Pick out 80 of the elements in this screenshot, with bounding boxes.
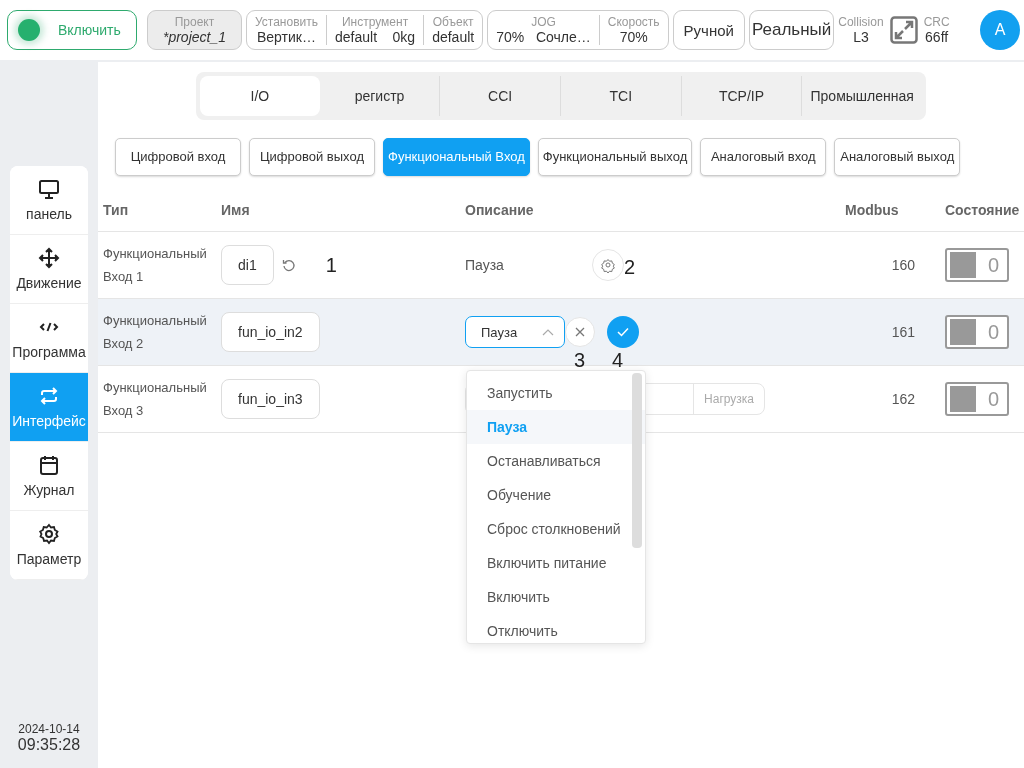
column-header: Состояние: [945, 201, 1021, 218]
crc-value: 66ff: [925, 30, 949, 45]
column-header: Имя: [221, 201, 251, 218]
expand-icon: [889, 16, 918, 44]
dropdown-option[interactable]: Включить питание: [467, 546, 645, 580]
project-card[interactable]: Проект *project_1: [147, 10, 242, 50]
setting-value: 70% Сочле…: [496, 30, 591, 45]
close-icon: [575, 327, 585, 337]
description-select[interactable]: Пауза: [465, 316, 565, 348]
column-header: Modbus: [845, 201, 900, 218]
subtab-button[interactable]: Аналоговый выход: [834, 138, 961, 176]
subtab-button[interactable]: Цифровой вход: [115, 138, 241, 176]
crc-label: CRC: [923, 15, 950, 30]
subtab-button[interactable]: Аналоговый вход: [700, 138, 827, 176]
status-indicator: [18, 19, 40, 41]
dropdown-option[interactable]: Сброс столкновений: [467, 512, 645, 546]
dropdown-option[interactable]: Включить: [467, 580, 645, 614]
table-cell-text: Функциональный Вход 3: [103, 379, 208, 420]
dropdown-option[interactable]: Обучение: [467, 478, 645, 512]
collision-label: Collision: [838, 15, 884, 30]
table-cell-text: 161: [890, 324, 916, 340]
cancel-button[interactable]: [565, 317, 595, 347]
setting-label: Скорость: [607, 15, 660, 30]
tab[interactable]: регистр: [319, 76, 441, 116]
motion-card[interactable]: JOG 70% Сочле… Скорость 70%: [487, 10, 669, 50]
setting-label: JOG: [531, 15, 556, 30]
column-header: Описание: [465, 201, 535, 218]
mode-button[interactable]: Ручной: [672, 10, 745, 50]
settings-icon: [38, 523, 60, 545]
setting-value: Вертик…: [257, 30, 316, 45]
setting-label: Установить: [255, 15, 318, 30]
tab[interactable]: Промышленная: [802, 76, 923, 116]
name-field[interactable]: fun_io_in2: [221, 312, 320, 352]
column-header: Тип: [103, 201, 130, 218]
table-cell-text: 162: [890, 391, 916, 407]
name-field[interactable]: di1: [221, 245, 274, 285]
tab[interactable]: TCP/IP: [681, 76, 803, 116]
state-value: 0: [987, 320, 999, 344]
setting-label: Инструмент: [341, 15, 409, 30]
scrollbar[interactable]: [632, 373, 642, 548]
table-cell-text: Функциональный Вход 2: [103, 312, 208, 353]
settings-icon: [591, 249, 624, 281]
dropdown-option[interactable]: Останавливаться: [467, 444, 645, 478]
subtab-button[interactable]: Функциональный выход: [537, 138, 693, 176]
project-name: *project_1: [162, 30, 226, 45]
setting-value: default 0kg: [335, 30, 416, 45]
callout-number: 1: [325, 255, 337, 275]
dropdown-option[interactable]: Запустить: [467, 376, 645, 410]
project-label: Проект: [174, 15, 215, 30]
dropdown-option[interactable]: Отключить: [467, 614, 645, 643]
calendar-icon: [38, 454, 60, 476]
monitor-icon: [38, 178, 60, 200]
state-value: 0: [987, 387, 999, 411]
state-value: 0: [987, 253, 999, 277]
setting-value: 70%: [619, 30, 648, 45]
name-field[interactable]: fun_io_in3: [221, 379, 320, 419]
confirm-button[interactable]: [607, 316, 639, 348]
caret-up-icon: [542, 328, 554, 336]
description-text: Пауза: [465, 257, 504, 273]
setting-label: Объект: [432, 15, 474, 30]
tab[interactable]: I/O: [200, 76, 320, 116]
subtab-button[interactable]: Цифровой выход: [249, 138, 375, 176]
table-cell-text: Функциональный Вход 1: [103, 245, 208, 286]
setting-value: default: [432, 30, 475, 45]
reset-icon: [281, 258, 296, 272]
unit-label: Нагрузка: [693, 384, 764, 414]
swap-arrows-icon: [38, 385, 60, 407]
collision-value: L3: [853, 30, 869, 45]
time-text: 09:35:28: [17, 736, 81, 754]
table-cell-text: 160: [890, 257, 916, 273]
check-icon: [617, 327, 629, 337]
date-text: 2024-10-14: [18, 722, 80, 736]
tab[interactable]: CCI: [440, 76, 561, 116]
power-label: Включить: [58, 22, 121, 38]
mode-button[interactable]: Реальный: [748, 10, 835, 50]
callout-number: 2: [623, 257, 636, 277]
sidebar-item[interactable]: панель: [10, 166, 88, 235]
tab[interactable]: TCI: [561, 76, 682, 116]
move-arrows-icon: [38, 247, 60, 269]
setup-card[interactable]: Установить Вертик… Инструмент default 0kg Объект default: [246, 10, 484, 50]
